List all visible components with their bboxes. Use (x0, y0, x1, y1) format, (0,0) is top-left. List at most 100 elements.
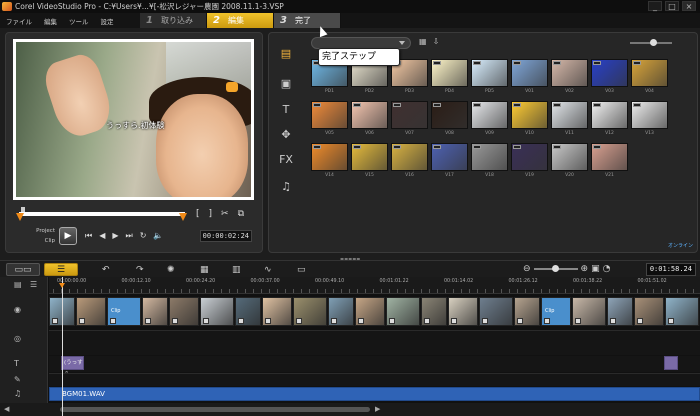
split-clip-icon[interactable]: ✂ (221, 209, 229, 219)
go-to-start-icon[interactable]: ⏮ (85, 231, 92, 241)
movie-wizard-button[interactable]: ▥ (232, 263, 241, 276)
record-capture-button[interactable]: ✺ (167, 263, 175, 276)
scrollbar-thumb[interactable] (60, 407, 370, 412)
library-thumbnail[interactable]: V09 (471, 101, 508, 139)
menu-tools[interactable]: ツール (63, 16, 95, 26)
library-thumbnail[interactable]: V08 (431, 101, 468, 139)
library-thumbnail[interactable]: V06 (351, 101, 388, 139)
menu-file[interactable]: ファイル (0, 16, 38, 26)
title-library-icon[interactable]: T (278, 103, 294, 117)
video-clip[interactable] (634, 297, 664, 326)
video-clip[interactable] (200, 297, 234, 326)
go-to-end-icon[interactable]: ⏭ (126, 231, 133, 241)
voice-track[interactable] (49, 373, 700, 386)
voice-track-icon[interactable]: ✎ (14, 375, 21, 384)
video-clip[interactable] (142, 297, 168, 326)
transition-marker-icon[interactable] (637, 318, 643, 324)
smart-proxy-button[interactable]: ▦ (200, 263, 209, 276)
trim-start-marker-icon[interactable] (16, 213, 24, 221)
music-track-icon[interactable]: ♫ (14, 389, 21, 398)
scroll-right-icon[interactable]: ▶ (375, 405, 380, 413)
audio-mixer-button[interactable]: ∿ (264, 263, 272, 276)
library-thumbnail[interactable]: V18 (471, 143, 508, 181)
transition-marker-icon[interactable] (575, 318, 581, 324)
title-track[interactable]: (うっすら (49, 356, 700, 378)
mark-out-icon[interactable]: ] (209, 209, 213, 219)
fit-project-icon[interactable]: ▣ (591, 264, 600, 274)
auto-music-button[interactable]: ▭ (297, 263, 306, 276)
library-thumbnail[interactable]: V04 (631, 59, 668, 97)
project-mode-label[interactable]: Project (29, 226, 55, 236)
step-capture-tab[interactable]: 1 取り込み (140, 13, 207, 28)
library-thumbnail[interactable]: V02 (551, 59, 588, 97)
transition-library-icon[interactable]: ▣ (278, 77, 294, 91)
project-length-icon[interactable]: ◔ (603, 264, 611, 274)
video-clip[interactable] (293, 297, 327, 326)
redo-button[interactable]: ↷ (136, 263, 144, 276)
step-edit-tab[interactable]: 2 編集 (207, 13, 274, 28)
filter-library-icon[interactable]: FX (278, 153, 294, 167)
library-thumbnail[interactable]: V15 (351, 143, 388, 181)
library-thumbnail[interactable]: V14 (311, 143, 348, 181)
menu-settings[interactable]: 設定 (95, 16, 120, 26)
video-track-icon[interactable]: ◉ (14, 305, 21, 314)
menu-edit[interactable]: 編集 (38, 16, 63, 26)
library-thumbnail[interactable]: V12 (591, 101, 628, 139)
library-thumbnail[interactable]: V11 (551, 101, 588, 139)
video-clip[interactable] (76, 297, 106, 326)
video-clip[interactable]: Clip (107, 297, 141, 326)
mark-in-icon[interactable]: [ (196, 209, 200, 219)
media-library-icon[interactable]: ▤ (278, 47, 294, 61)
close-button[interactable]: × (682, 1, 696, 11)
library-thumbnail[interactable]: PD5 (471, 59, 508, 97)
transition-marker-icon[interactable] (52, 318, 58, 324)
library-thumbnail[interactable]: V13 (631, 101, 668, 139)
music-clip[interactable]: BGM01.WAV (49, 387, 700, 401)
transition-marker-icon[interactable] (172, 318, 178, 324)
graphic-library-icon[interactable]: ✥ (278, 128, 294, 142)
transition-marker-icon[interactable] (203, 318, 209, 324)
video-clip[interactable] (607, 297, 633, 326)
maximize-button[interactable]: □ (665, 1, 679, 11)
volume-icon[interactable]: 🔈 (153, 231, 163, 241)
step-share-tab[interactable]: 3 完了 (274, 13, 341, 28)
library-thumbnail[interactable]: V16 (391, 143, 428, 181)
library-thumbnail[interactable]: V17 (431, 143, 468, 181)
video-clip[interactable] (572, 297, 606, 326)
trim-bar[interactable] (19, 212, 185, 216)
clip-mode-label[interactable]: Clip (29, 236, 55, 246)
transition-marker-icon[interactable] (544, 318, 550, 324)
preview-timecode[interactable]: 00:00:02:24 (200, 230, 252, 242)
transition-marker-icon[interactable] (79, 318, 85, 324)
overlay-track-icon[interactable]: ◎ (14, 334, 21, 343)
video-clip[interactable] (262, 297, 292, 326)
trim-end-marker-icon[interactable] (179, 213, 187, 221)
audio-library-icon[interactable]: ♫ (278, 180, 294, 194)
library-thumbnail[interactable]: V19 (511, 143, 548, 181)
video-clip[interactable]: Clip (541, 297, 571, 326)
zoom-out-icon[interactable]: ⊖ (523, 264, 531, 274)
import-media-icon[interactable]: ⇩ (433, 37, 440, 46)
transition-marker-icon[interactable] (517, 318, 523, 324)
storyboard-view-button[interactable]: ▭▭ (6, 263, 40, 276)
title-clip[interactable]: (うっすら (61, 356, 84, 378)
library-thumbnail[interactable]: V07 (391, 101, 428, 139)
transition-marker-icon[interactable] (358, 318, 364, 324)
repeat-icon[interactable]: ↻ (140, 231, 147, 241)
add-folder-icon[interactable]: ▦ (419, 37, 427, 46)
undo-button[interactable]: ↶ (102, 263, 110, 276)
scroll-left-icon[interactable]: ◀ (4, 405, 9, 413)
title-track-icon[interactable]: T (14, 359, 19, 368)
transition-marker-icon[interactable] (110, 318, 116, 324)
scrubber-handle[interactable] (21, 207, 25, 212)
video-track[interactable]: Clip Clip (49, 297, 700, 326)
video-clip[interactable] (665, 297, 699, 326)
library-thumbnail[interactable]: V20 (551, 143, 588, 181)
transition-marker-icon[interactable] (482, 318, 488, 324)
title-clip-end[interactable] (664, 356, 678, 370)
transition-marker-icon[interactable] (610, 318, 616, 324)
play-button[interactable]: ▶ (59, 227, 77, 245)
transition-marker-icon[interactable] (296, 318, 302, 324)
video-clip[interactable] (386, 297, 420, 326)
video-clip[interactable] (235, 297, 261, 326)
